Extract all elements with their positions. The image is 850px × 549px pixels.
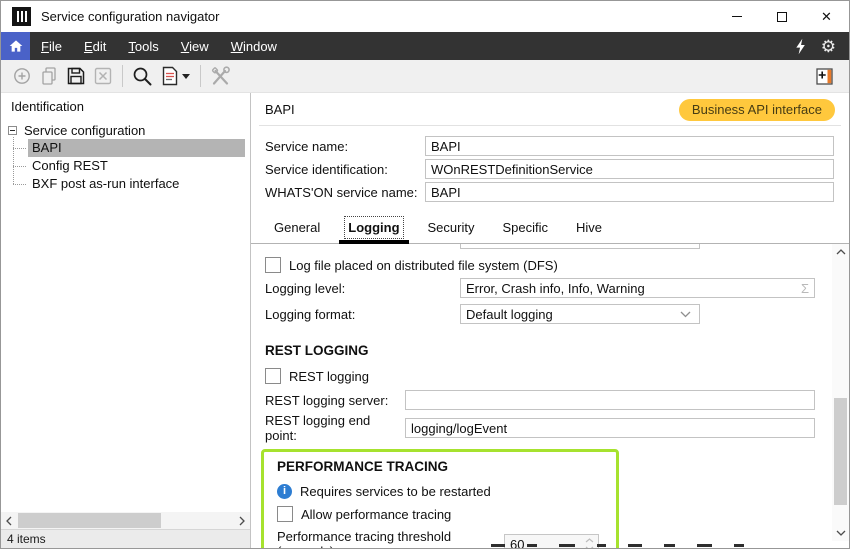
dfs-checkbox[interactable] bbox=[265, 257, 281, 273]
rest-logging-endpoint-label: REST logging end point: bbox=[265, 413, 405, 443]
identification-header: Identification bbox=[1, 93, 250, 118]
rest-logging-server-input[interactable] bbox=[405, 390, 815, 410]
service-name-input[interactable] bbox=[425, 136, 834, 156]
toolbar bbox=[1, 60, 849, 93]
menu-edit[interactable]: Edit bbox=[73, 32, 117, 60]
allow-performance-tracing-checkbox[interactable] bbox=[277, 506, 293, 522]
menu-window[interactable]: Window bbox=[220, 32, 288, 60]
service-identification-label: Service identification: bbox=[265, 162, 425, 177]
tab-hive[interactable]: Hive bbox=[562, 214, 616, 243]
toolbar-separator bbox=[122, 65, 123, 87]
items-count: 4 items bbox=[7, 532, 46, 546]
report-icon bbox=[160, 65, 180, 87]
add-panel-icon bbox=[816, 68, 833, 85]
app-icon bbox=[12, 7, 31, 26]
home-icon bbox=[8, 38, 24, 54]
report-button[interactable] bbox=[156, 63, 194, 90]
tree-item-bapi[interactable]: BAPI bbox=[13, 139, 250, 157]
detail-panel: BAPI Business API interface Service name… bbox=[251, 93, 849, 548]
minimize-icon bbox=[732, 16, 742, 17]
tree-item-bxf-post-as-run[interactable]: BXF post as-run interface bbox=[13, 175, 250, 193]
whatson-service-name-label: WHATS'ON service name: bbox=[265, 185, 425, 200]
collapse-expander-icon[interactable] bbox=[8, 126, 17, 135]
logging-format-select[interactable]: Default logging bbox=[460, 304, 700, 324]
home-button[interactable] bbox=[1, 32, 30, 60]
maximize-button[interactable] bbox=[759, 1, 804, 32]
service-identification-input[interactable] bbox=[425, 159, 834, 179]
rest-logging-heading: REST LOGGING bbox=[265, 343, 815, 358]
info-icon: i bbox=[277, 484, 292, 499]
clipped-content-fragment bbox=[491, 544, 809, 547]
menu-view[interactable]: View bbox=[170, 32, 220, 60]
identification-panel: Identification Service configuration BAP… bbox=[1, 93, 251, 548]
save-icon bbox=[65, 65, 87, 87]
scroll-down-arrow-icon[interactable] bbox=[832, 525, 849, 541]
logging-level-label: Logging level: bbox=[265, 281, 460, 296]
scroll-up-arrow-icon[interactable] bbox=[832, 244, 849, 260]
report-dropdown-caret bbox=[182, 74, 190, 79]
close-button[interactable]: ✕ bbox=[804, 1, 849, 32]
rest-logging-endpoint-input[interactable] bbox=[405, 418, 815, 438]
scrollbar-track[interactable] bbox=[17, 512, 234, 529]
tree-horizontal-scrollbar[interactable] bbox=[1, 512, 250, 529]
chevron-down-icon bbox=[680, 311, 691, 318]
gear-icon[interactable]: ⚙ bbox=[821, 38, 836, 55]
window-title: Service configuration navigator bbox=[41, 9, 220, 24]
menu-tools[interactable]: Tools bbox=[117, 32, 169, 60]
logging-level-field[interactable]: Error, Crash info, Info, Warning Σ bbox=[460, 278, 815, 298]
app-window: Service configuration navigator ✕ File E… bbox=[0, 0, 850, 549]
tab-general[interactable]: General bbox=[260, 214, 334, 243]
add-button[interactable] bbox=[8, 63, 35, 90]
rest-logging-server-label: REST logging server: bbox=[265, 393, 405, 408]
clipped-combobox-fragment bbox=[460, 244, 700, 249]
search-button[interactable] bbox=[129, 63, 156, 90]
performance-tracing-heading: PERFORMANCE TRACING bbox=[277, 459, 606, 474]
add-panel-button[interactable] bbox=[811, 63, 838, 90]
search-icon bbox=[131, 65, 154, 88]
save-button[interactable] bbox=[62, 63, 89, 90]
delete-button[interactable] bbox=[89, 63, 116, 90]
rest-logging-checkbox-label: REST logging bbox=[289, 369, 369, 384]
tree-root-service-configuration[interactable]: Service configuration bbox=[1, 121, 250, 139]
allow-performance-tracing-label: Allow performance tracing bbox=[301, 507, 451, 522]
maximize-icon bbox=[777, 12, 787, 22]
restart-required-text: Requires services to be restarted bbox=[300, 484, 491, 499]
menubar: File Edit Tools View Window ⚙ bbox=[1, 32, 849, 60]
menu-file[interactable]: File bbox=[30, 32, 73, 60]
logging-format-label: Logging format: bbox=[265, 307, 460, 322]
logging-tab-content: Log file placed on distributed file syst… bbox=[251, 244, 849, 548]
rest-logging-checkbox[interactable] bbox=[265, 368, 281, 384]
add-icon bbox=[11, 65, 33, 87]
tree-item-config-rest[interactable]: Config REST bbox=[13, 157, 250, 175]
close-icon: ✕ bbox=[821, 10, 832, 23]
detail-tabs: General Logging Security Specific Hive bbox=[251, 214, 849, 244]
titlebar: Service configuration navigator ✕ bbox=[1, 1, 849, 32]
service-tree: Service configuration BAPI Config REST B… bbox=[1, 118, 250, 512]
tab-specific[interactable]: Specific bbox=[488, 214, 562, 243]
threshold-label: Performance tracing threshold (seconds): bbox=[277, 529, 504, 548]
dfs-checkbox-label: Log file placed on distributed file syst… bbox=[289, 258, 558, 273]
service-name-label: Service name: bbox=[265, 139, 425, 154]
scroll-right-arrow-icon[interactable] bbox=[234, 512, 250, 529]
detail-title: BAPI bbox=[265, 102, 295, 117]
toolbar-separator bbox=[200, 65, 201, 87]
scrollbar-thumb[interactable] bbox=[834, 398, 847, 505]
copy-icon bbox=[38, 65, 60, 87]
lightning-icon[interactable] bbox=[793, 38, 806, 55]
whatson-service-name-input[interactable] bbox=[425, 182, 834, 202]
performance-tracing-highlight: PERFORMANCE TRACING i Requires services … bbox=[261, 449, 619, 548]
tab-logging[interactable]: Logging bbox=[334, 214, 413, 243]
content-vertical-scrollbar[interactable] bbox=[832, 244, 849, 541]
service-type-badge: Business API interface bbox=[679, 99, 835, 121]
delete-icon bbox=[92, 65, 114, 87]
tools-icon bbox=[209, 65, 232, 88]
copy-button[interactable] bbox=[35, 63, 62, 90]
tools-button[interactable] bbox=[207, 63, 234, 90]
scroll-left-arrow-icon[interactable] bbox=[1, 512, 17, 529]
sigma-icon[interactable]: Σ bbox=[801, 281, 809, 296]
scrollbar-thumb[interactable] bbox=[18, 513, 161, 528]
tab-security[interactable]: Security bbox=[414, 214, 489, 243]
minimize-button[interactable] bbox=[714, 1, 759, 32]
status-bar: 4 items bbox=[1, 529, 250, 548]
